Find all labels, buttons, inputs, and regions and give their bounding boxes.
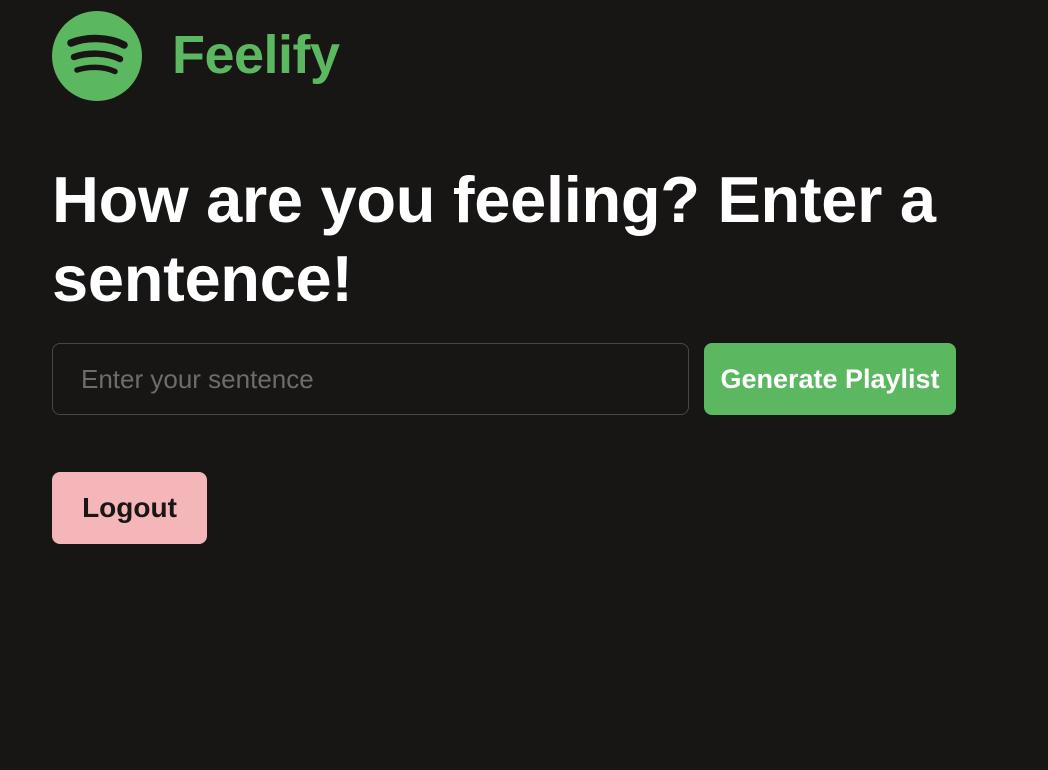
spotify-logo-icon <box>52 11 142 101</box>
sentence-input[interactable] <box>52 343 689 415</box>
page-heading: How are you feeling? Enter a sentence! <box>52 163 936 315</box>
sentence-form: Generate Playlist <box>52 343 956 415</box>
logout-button[interactable]: Logout <box>52 472 207 544</box>
brand-header: Feelify <box>52 11 340 101</box>
app-title: Feelify <box>172 25 340 85</box>
app-page: Feelify How are you feeling? Enter a sen… <box>0 0 1048 770</box>
generate-playlist-button[interactable]: Generate Playlist <box>704 343 956 415</box>
